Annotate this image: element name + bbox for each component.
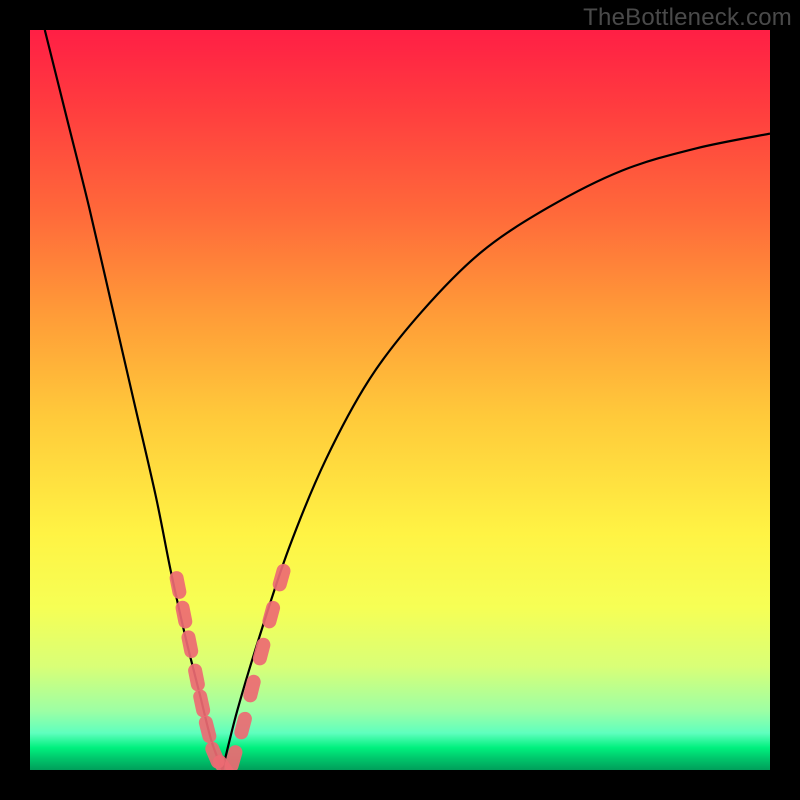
data-marker <box>242 673 262 704</box>
data-marker <box>168 570 187 600</box>
data-marker <box>261 599 282 630</box>
data-marker <box>174 599 193 629</box>
data-marker <box>180 629 199 659</box>
data-marker <box>251 636 272 667</box>
right-curve <box>222 134 770 770</box>
chart-svg <box>30 30 770 770</box>
left-curve <box>45 30 223 770</box>
plot-area <box>30 30 770 770</box>
data-marker <box>187 662 206 692</box>
data-marker <box>192 688 212 718</box>
data-marker <box>271 562 292 593</box>
chart-frame: TheBottleneck.com <box>0 0 800 800</box>
watermark-text: TheBottleneck.com <box>583 4 792 32</box>
data-marker <box>197 714 218 745</box>
